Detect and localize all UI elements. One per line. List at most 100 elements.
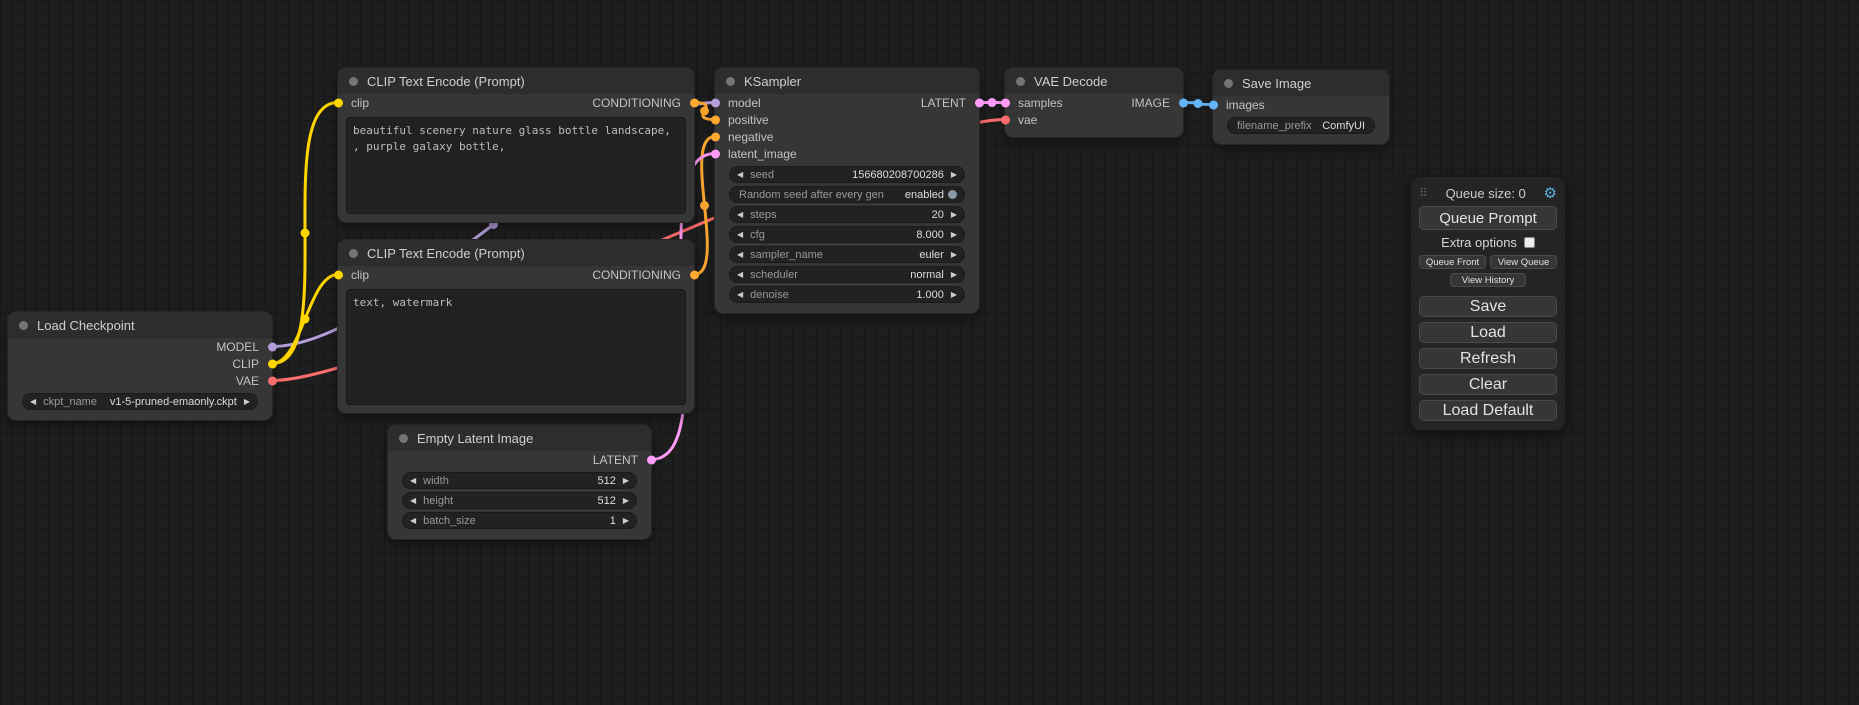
input-slot-clip[interactable]: [334, 270, 343, 279]
output-slot-latent[interactable]: [647, 455, 656, 464]
widget-height[interactable]: ◀ height 512 ▶: [402, 492, 637, 509]
clear-button[interactable]: Clear: [1419, 374, 1557, 395]
widget-label: width: [423, 475, 449, 487]
decrement-arrow-icon[interactable]: ◀: [737, 291, 743, 299]
widget-steps[interactable]: ◀ steps 20 ▶: [729, 206, 965, 223]
widget-value: 8.000: [916, 229, 944, 241]
widget-width[interactable]: ◀ width 512 ▶: [402, 472, 637, 489]
collapse-dot-icon[interactable]: [19, 321, 28, 330]
link-midpoint-dot: [301, 315, 310, 324]
decrement-arrow-icon[interactable]: ◀: [737, 271, 743, 279]
output-slot-vae[interactable]: [268, 376, 277, 385]
view-history-button[interactable]: View History: [1450, 273, 1526, 287]
node-ksampler[interactable]: KSampler model LATENT positive negative …: [715, 68, 979, 313]
link-midpoint-dot: [700, 107, 709, 116]
output-slot-image[interactable]: [1179, 98, 1188, 107]
collapse-dot-icon[interactable]: [726, 77, 735, 86]
decrement-arrow-icon[interactable]: ◀: [737, 171, 743, 179]
slot-label: CLIP: [232, 357, 259, 371]
prompt-textarea[interactable]: beautiful scenery nature glass bottle la…: [346, 117, 686, 214]
widget-random-seed-toggle[interactable]: Random seed after every gen enabled: [729, 186, 965, 203]
output-slot-latent[interactable]: [975, 98, 984, 107]
node-load-checkpoint[interactable]: Load Checkpoint MODEL CLIP VAE ◀ ckpt_na…: [8, 312, 272, 420]
input-slot-images[interactable]: [1209, 100, 1218, 109]
widget-ckpt-name[interactable]: ◀ ckpt_name v1-5-pruned-emaonly.ckpt ▶: [22, 393, 258, 410]
increment-arrow-icon[interactable]: ▶: [951, 211, 957, 219]
node-title: KSampler: [744, 74, 801, 89]
collapse-dot-icon[interactable]: [399, 434, 408, 443]
decrement-arrow-icon[interactable]: ◀: [737, 231, 743, 239]
increment-arrow-icon[interactable]: ▶: [951, 271, 957, 279]
load-default-button[interactable]: Load Default: [1419, 400, 1557, 421]
collapse-dot-icon[interactable]: [349, 77, 358, 86]
widget-denoise[interactable]: ◀ denoise 1.000 ▶: [729, 286, 965, 303]
load-button[interactable]: Load: [1419, 322, 1557, 343]
drag-handle-icon[interactable]: ⠿: [1419, 186, 1428, 200]
widget-sampler-name[interactable]: ◀ sampler_name euler ▶: [729, 246, 965, 263]
node-title-bar[interactable]: Save Image: [1213, 70, 1389, 96]
node-clip-text-encode-positive[interactable]: CLIP Text Encode (Prompt) clip CONDITION…: [338, 68, 694, 222]
decrement-arrow-icon[interactable]: ◀: [410, 497, 416, 505]
widget-cfg[interactable]: ◀ cfg 8.000 ▶: [729, 226, 965, 243]
toggle-on-indicator-icon[interactable]: [948, 190, 957, 199]
view-queue-button[interactable]: View Queue: [1490, 255, 1557, 269]
node-title-bar[interactable]: CLIP Text Encode (Prompt): [338, 68, 694, 94]
node-title-bar[interactable]: CLIP Text Encode (Prompt): [338, 240, 694, 266]
slot-row: model LATENT: [715, 94, 979, 111]
increment-arrow-icon[interactable]: ▶: [623, 517, 629, 525]
increment-arrow-icon[interactable]: ▶: [951, 171, 957, 179]
increment-arrow-icon[interactable]: ▶: [951, 251, 957, 259]
input-slot-latent-image[interactable]: [711, 149, 720, 158]
comfy-menu-panel[interactable]: ⠿ Queue size: 0 ⚙ Queue Prompt Extra opt…: [1410, 176, 1566, 431]
input-slot-positive[interactable]: [711, 115, 720, 124]
decrement-arrow-icon[interactable]: ◀: [737, 211, 743, 219]
slot-label: CONDITIONING: [592, 268, 681, 282]
input-slot-negative[interactable]: [711, 132, 720, 141]
node-title-bar[interactable]: Empty Latent Image: [388, 425, 651, 451]
widget-label: denoise: [750, 289, 789, 301]
input-slot-model[interactable]: [711, 98, 720, 107]
input-slot-samples[interactable]: [1001, 98, 1010, 107]
collapse-dot-icon[interactable]: [349, 249, 358, 258]
node-vae-decode[interactable]: VAE Decode samples IMAGE vae: [1005, 68, 1183, 137]
widget-value: 156680208700286: [852, 169, 944, 181]
slot-label: LATENT: [921, 96, 966, 110]
increment-arrow-icon[interactable]: ▶: [951, 231, 957, 239]
node-empty-latent-image[interactable]: Empty Latent Image LATENT ◀ width 512 ▶ …: [388, 425, 651, 539]
increment-arrow-icon[interactable]: ▶: [244, 398, 250, 406]
widget-batch-size[interactable]: ◀ batch_size 1 ▶: [402, 512, 637, 529]
output-slot-conditioning[interactable]: [690, 270, 699, 279]
increment-arrow-icon[interactable]: ▶: [951, 291, 957, 299]
widget-scheduler[interactable]: ◀ scheduler normal ▶: [729, 266, 965, 283]
node-title-bar[interactable]: KSampler: [715, 68, 979, 94]
output-slot-conditioning[interactable]: [690, 98, 699, 107]
increment-arrow-icon[interactable]: ▶: [623, 497, 629, 505]
increment-arrow-icon[interactable]: ▶: [623, 477, 629, 485]
queue-prompt-button[interactable]: Queue Prompt: [1419, 206, 1557, 230]
decrement-arrow-icon[interactable]: ◀: [737, 251, 743, 259]
extra-options-checkbox[interactable]: [1524, 237, 1535, 248]
settings-gear-icon[interactable]: ⚙: [1544, 186, 1557, 201]
queue-front-button[interactable]: Queue Front: [1419, 255, 1486, 269]
widget-label: scheduler: [750, 269, 798, 281]
output-slot-clip[interactable]: [268, 359, 277, 368]
decrement-arrow-icon[interactable]: ◀: [410, 477, 416, 485]
node-graph-canvas[interactable]: Load Checkpoint MODEL CLIP VAE ◀ ckpt_na…: [0, 0, 1859, 705]
save-button[interactable]: Save: [1419, 296, 1557, 317]
input-slot-vae[interactable]: [1001, 115, 1010, 124]
collapse-dot-icon[interactable]: [1224, 79, 1233, 88]
output-row-model: MODEL: [8, 338, 272, 355]
widget-seed[interactable]: ◀ seed 156680208700286 ▶: [729, 166, 965, 183]
decrement-arrow-icon[interactable]: ◀: [30, 398, 36, 406]
refresh-button[interactable]: Refresh: [1419, 348, 1557, 369]
input-slot-clip[interactable]: [334, 98, 343, 107]
node-title-bar[interactable]: VAE Decode: [1005, 68, 1183, 94]
prompt-textarea[interactable]: text, watermark: [346, 289, 686, 405]
widget-filename-prefix[interactable]: filename_prefix ComfyUI: [1227, 117, 1375, 134]
node-title-bar[interactable]: Load Checkpoint: [8, 312, 272, 338]
node-save-image[interactable]: Save Image images filename_prefix ComfyU…: [1213, 70, 1389, 144]
decrement-arrow-icon[interactable]: ◀: [410, 517, 416, 525]
collapse-dot-icon[interactable]: [1016, 77, 1025, 86]
output-slot-model[interactable]: [268, 342, 277, 351]
node-clip-text-encode-negative[interactable]: CLIP Text Encode (Prompt) clip CONDITION…: [338, 240, 694, 413]
